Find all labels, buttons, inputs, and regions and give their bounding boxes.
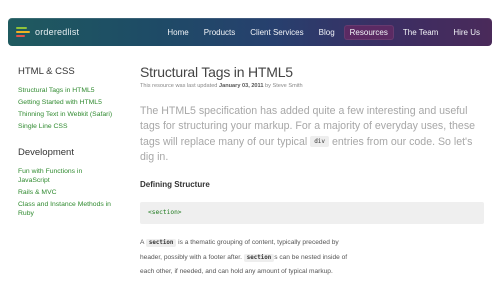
sidebar-heading-development: Development: [18, 147, 74, 158]
inline-code-section-2: section: [243, 253, 275, 262]
section-heading-defining-structure: Defining Structure: [140, 180, 210, 189]
top-navigation-bar: orderedlist Home Products Client Service…: [8, 18, 492, 46]
last-updated-line: This resource was last updated January 0…: [140, 83, 485, 89]
nav-item-client-services[interactable]: Client Services: [244, 25, 309, 40]
sidebar-section-development: Development Fun with Functions in JavaSc…: [18, 147, 128, 218]
logo-text: orderedlist: [35, 27, 80, 37]
sidebar-link-thinning-text[interactable]: Thinning Text in Webkit (Safari): [18, 110, 128, 119]
updated-prefix: This resource was last updated: [140, 83, 218, 89]
updated-date: January 03, 2011: [218, 83, 264, 89]
nav-item-resources[interactable]: Resources: [343, 24, 394, 40]
sidebar: HTML & CSS Structural Tags in HTML5 Gett…: [18, 66, 128, 221]
updated-author: by Steve Smith: [265, 83, 303, 89]
para-text-1: A: [140, 239, 145, 246]
lead-paragraph: The HTML5 specification has added quite …: [140, 104, 480, 165]
article: Structural Tags in HTML5 This resource w…: [140, 64, 485, 279]
sidebar-link-single-line-css[interactable]: Single Line CSS: [18, 122, 128, 131]
logo[interactable]: orderedlist: [16, 23, 79, 41]
nav-item-products[interactable]: Products: [198, 25, 242, 40]
sidebar-link-class-instance-methods[interactable]: Class and Instance Methods in Ruby: [18, 200, 118, 218]
sidebar-link-structural-tags[interactable]: Structural Tags in HTML5: [18, 86, 128, 95]
nav-item-hire-us[interactable]: Hire Us: [447, 25, 486, 40]
inline-code-div: div: [310, 136, 330, 147]
code-block-text: <section>: [148, 209, 182, 216]
inline-code-section: section: [145, 239, 177, 247]
nav-item-home[interactable]: Home: [161, 25, 194, 40]
nav-item-blog[interactable]: Blog: [313, 25, 341, 40]
sidebar-link-rails-mvc[interactable]: Rails & MVC: [18, 188, 128, 197]
page-title: Structural Tags in HTML5: [140, 64, 293, 80]
sidebar-heading-html-css: HTML & CSS: [18, 66, 75, 77]
sidebar-link-getting-started-html5[interactable]: Getting Started with HTML5: [18, 98, 128, 107]
body-paragraph: A section is a thematic grouping of cont…: [140, 236, 355, 279]
sidebar-link-fun-with-functions[interactable]: Fun with Functions in JavaScript: [18, 167, 98, 185]
nav-item-the-team[interactable]: The Team: [397, 25, 444, 40]
orderedlist-logo-icon: [16, 24, 32, 40]
nav-menu: Home Products Client Services Blog Resou…: [158, 23, 486, 41]
code-block: <section>: [140, 202, 484, 224]
